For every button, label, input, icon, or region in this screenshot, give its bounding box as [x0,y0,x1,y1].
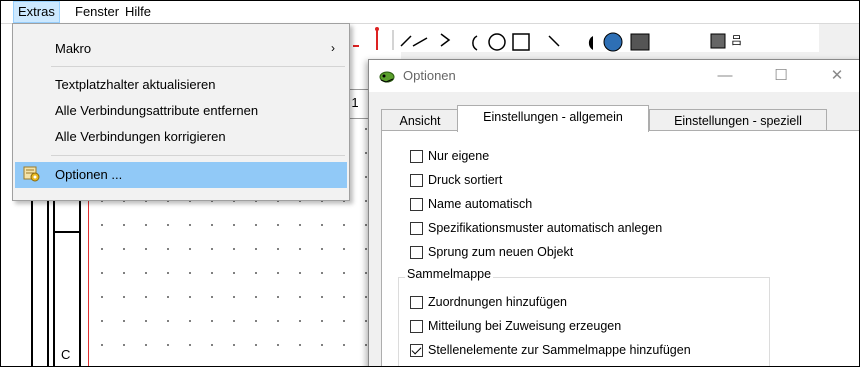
checkbox-label: Nur eigene [428,149,490,163]
dialog-title: Optionen [403,68,456,83]
app-window: 吕 C 1 Extras Fenster Hilfe Makro › Textp… [0,0,860,367]
menu-item-makro[interactable]: Makro › [15,37,347,60]
menu-item-verbindungen-korrigieren[interactable]: Alle Verbindungen korrigieren [15,125,347,148]
dialog-app-icon [379,71,395,83]
menu-separator [51,66,345,67]
menu-item-textplatzhalter[interactable]: Textplatzhalter aktualisieren [15,73,347,96]
menu-extras[interactable]: Extras [13,1,60,23]
submenu-arrow-icon: › [331,41,335,55]
drawing-tools-icon[interactable]: 吕 [349,24,819,52]
svg-text:吕: 吕 [731,34,742,47]
checkbox-box[interactable] [410,320,423,333]
lane-border [53,199,55,366]
checkbox-label: Stellenelemente zur Sammelmappe hinzufüg… [428,343,691,357]
menu-item-label: Alle Verbindungsattribute entfernen [55,103,259,118]
menu-item-label: Optionen ... [55,167,123,182]
menu-item-verbindungsattribute[interactable]: Alle Verbindungsattribute entfernen [15,99,347,122]
tab-einstellungen-allgemein[interactable]: Einstellungen - allgemein [457,105,649,132]
close-button[interactable]: ✕ [815,64,859,88]
lane-label: C [61,347,71,362]
menu-item-label: Makro [55,41,92,56]
checkbox-box[interactable] [410,246,423,259]
menu-hilfe[interactable]: Hilfe [121,2,155,22]
menu-item-label: Textplatzhalter aktualisieren [55,77,216,92]
menu-item-label: Alle Verbindungen korrigieren [55,129,226,144]
checkbox-box[interactable] [410,198,423,211]
checkbox-box[interactable] [410,344,423,357]
checkbox-label: Sprung zum neuen Objekt [428,245,574,259]
groupbox-label: Sammelmappe [405,267,494,281]
checkbox-box[interactable] [410,150,423,163]
minimize-button[interactable]: — [703,64,747,88]
dialog-titlebar[interactable]: Optionen — ☐ ✕ [369,60,859,92]
menu-bar: Extras Fenster Hilfe [1,1,859,24]
maximize-button[interactable]: ☐ [759,64,803,88]
menu-separator [51,155,345,156]
checkbox-box[interactable] [410,296,423,309]
checkbox-label: Zuordnungen hinzufügen [428,295,568,309]
checkbox-label: Name automatisch [428,197,533,211]
menu-item-optionen[interactable]: Optionen ... [15,162,347,188]
checkbox-label: Druck sortiert [428,173,503,187]
tab-ansicht[interactable]: Ansicht [381,109,459,132]
lane-border [31,199,33,366]
checkbox-box[interactable] [410,174,423,187]
lane-border [79,199,81,366]
options-icon [23,166,40,182]
extras-dropdown-menu: Makro › Textplatzhalter aktualisieren Al… [12,23,350,201]
lane-border [47,199,49,366]
checkbox-box[interactable] [410,222,423,235]
drawing-toolbar: 吕 [349,24,819,52]
checkbox-label: Spezifikationsmuster automatisch anlegen [428,221,663,235]
menu-fenster[interactable]: Fenster [71,2,123,22]
tab-einstellungen-speziell[interactable]: Einstellungen - speziell [649,109,827,132]
lane-divider [53,231,81,233]
checkbox-label: Mitteilung bei Zuweisung erzeugen [428,319,622,333]
